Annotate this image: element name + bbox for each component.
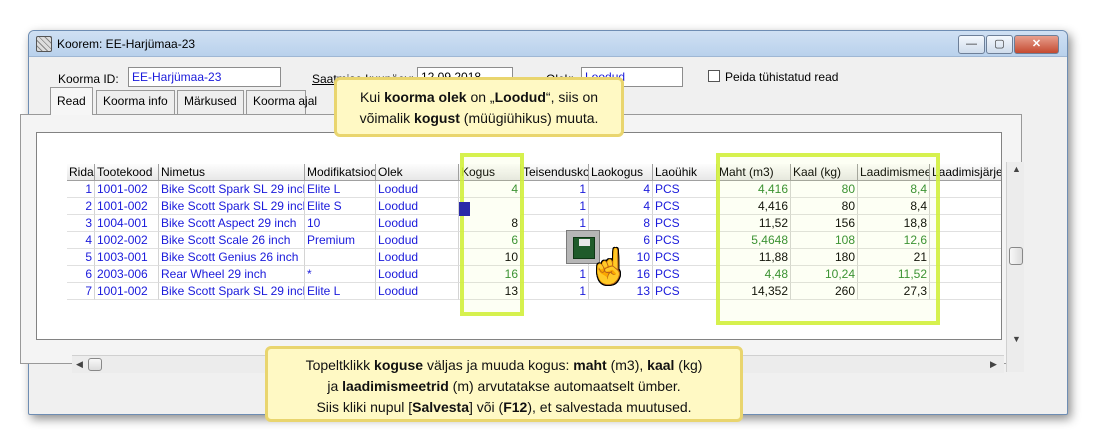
close-button[interactable]: ✕ <box>1014 35 1059 54</box>
table-cell[interactable]: PCS <box>653 283 717 300</box>
table-cell[interactable]: Rear Wheel 29 inch <box>159 266 305 283</box>
scroll-right-arrow-icon[interactable]: ▶ <box>990 359 997 370</box>
table-cell[interactable]: Bike Scott Genius 26 inch <box>159 249 305 266</box>
hide-cancelled-checkbox[interactable] <box>708 70 720 82</box>
col-header[interactable]: Tootekood <box>95 164 159 181</box>
tab-markused[interactable]: Märkused <box>177 90 244 114</box>
table-cell[interactable]: 4 <box>589 198 653 215</box>
table-cell[interactable] <box>930 232 1001 249</box>
table-cell[interactable]: 1 <box>67 181 95 198</box>
table-cell[interactable]: PCS <box>653 215 717 232</box>
vertical-scroll-thumb[interactable] <box>1009 247 1023 265</box>
col-header[interactable]: Rida <box>67 164 95 181</box>
table-cell[interactable] <box>930 266 1001 283</box>
table-cell[interactable]: 1002-002 <box>95 232 159 249</box>
table-cell[interactable]: 2 <box>67 198 95 215</box>
tab-read[interactable]: Read <box>50 87 93 115</box>
horizontal-scroll-thumb[interactable] <box>88 358 102 371</box>
table-cell[interactable]: 1001-002 <box>95 283 159 300</box>
table-cell[interactable]: 1 <box>521 181 589 198</box>
table-cell[interactable]: Premium <box>305 232 376 249</box>
col-header[interactable]: Modifikatsioon <box>305 164 376 181</box>
table-cell[interactable]: Bike Scott Scale 26 inch <box>159 232 305 249</box>
table-cell[interactable]: PCS <box>653 232 717 249</box>
col-header[interactable]: Nimetus <box>159 164 305 181</box>
table-cell[interactable]: PCS <box>653 266 717 283</box>
table-cell[interactable]: Loodud <box>376 215 459 232</box>
table-cell[interactable]: 4 <box>67 232 95 249</box>
table-cell[interactable]: 1 <box>521 198 589 215</box>
vertical-scrollbar[interactable]: ▲ ▼ <box>1006 162 1024 372</box>
table-cell[interactable]: Elite S <box>305 198 376 215</box>
table-cell[interactable] <box>305 249 376 266</box>
table-cell[interactable] <box>930 198 1001 215</box>
minimize-button[interactable]: — <box>958 35 985 54</box>
table-cell[interactable]: PCS <box>653 198 717 215</box>
table-cell[interactable]: Bike Scott Spark SL 29 inch <box>159 198 305 215</box>
table-cell[interactable]: 10 <box>305 215 376 232</box>
scroll-up-arrow-icon[interactable]: ▲ <box>1012 164 1021 174</box>
table-cell[interactable]: 7 <box>67 283 95 300</box>
table-cell[interactable]: Elite L <box>305 283 376 300</box>
koorma-id-field[interactable]: EE-Harjümaa-23 <box>128 67 281 87</box>
table-cell[interactable]: 1 <box>521 266 589 283</box>
scroll-left-arrow-icon[interactable]: ◀ <box>76 359 83 370</box>
table-cell[interactable] <box>930 215 1001 232</box>
kogus-highlight <box>460 153 524 316</box>
hide-cancelled-label: Peida tühistatud read <box>725 70 839 84</box>
koorma-id-label: Koorma ID: <box>58 72 119 86</box>
table-cell[interactable]: Bike Scott Aspect 29 inch <box>159 215 305 232</box>
callout-bottom: Topeltklikk koguse väljas ja muuda kogus… <box>265 346 743 422</box>
table-cell[interactable]: Bike Scott Spark SL 29 inch <box>159 283 305 300</box>
table-cell[interactable]: 3 <box>67 215 95 232</box>
table-cell[interactable]: 4 <box>589 181 653 198</box>
table-cell[interactable] <box>930 181 1001 198</box>
app-icon <box>36 36 52 52</box>
table-cell[interactable]: 1001-002 <box>95 198 159 215</box>
tab-koorma-info[interactable]: Koorma info <box>96 90 175 114</box>
table-cell[interactable]: Loodud <box>376 266 459 283</box>
calculated-columns-highlight <box>716 153 940 325</box>
table-cell[interactable]: Elite L <box>305 181 376 198</box>
table-cell[interactable]: 1 <box>521 283 589 300</box>
col-header[interactable]: Olek <box>376 164 459 181</box>
table-cell[interactable]: * <box>305 266 376 283</box>
table-cell[interactable]: PCS <box>653 181 717 198</box>
tab-koorma-ajal[interactable]: Koorma ajal <box>246 90 317 114</box>
col-header[interactable]: Laoühik <box>653 164 717 181</box>
table-cell[interactable]: Loodud <box>376 198 459 215</box>
table-cell[interactable] <box>930 283 1001 300</box>
table-cell[interactable] <box>930 249 1001 266</box>
table-cell[interactable]: Loodud <box>376 232 459 249</box>
table-cell[interactable]: Loodud <box>376 249 459 266</box>
table-cell[interactable]: Bike Scott Spark SL 29 inch <box>159 181 305 198</box>
callout-top: Kui koorma olek on „Loodud“, siis on või… <box>334 77 624 137</box>
table-cell[interactable]: 5 <box>67 249 95 266</box>
col-header[interactable]: Teisendusko <box>521 164 589 181</box>
scroll-down-arrow-icon[interactable]: ▼ <box>1012 334 1021 344</box>
table-cell[interactable]: Loodud <box>376 283 459 300</box>
table-cell[interactable]: 1004-001 <box>95 215 159 232</box>
table-cell[interactable]: 6 <box>67 266 95 283</box>
col-header[interactable]: Laadimisjärjek <box>930 164 1001 181</box>
title-bar[interactable]: Koorem: EE-Harjümaa-23 — ▢ ✕ <box>29 31 1067 57</box>
table-cell[interactable]: 1003-001 <box>95 249 159 266</box>
table-cell[interactable]: PCS <box>653 249 717 266</box>
maximize-button[interactable]: ▢ <box>986 35 1013 54</box>
table-cell[interactable]: Loodud <box>376 181 459 198</box>
col-header[interactable]: Laokogus <box>589 164 653 181</box>
window-title: Koorem: EE-Harjümaa-23 <box>57 37 196 51</box>
text-cursor <box>459 202 470 216</box>
table-cell[interactable]: 2003-006 <box>95 266 159 283</box>
hand-pointer-icon: ☝ <box>588 248 631 286</box>
table-cell[interactable]: 1001-002 <box>95 181 159 198</box>
